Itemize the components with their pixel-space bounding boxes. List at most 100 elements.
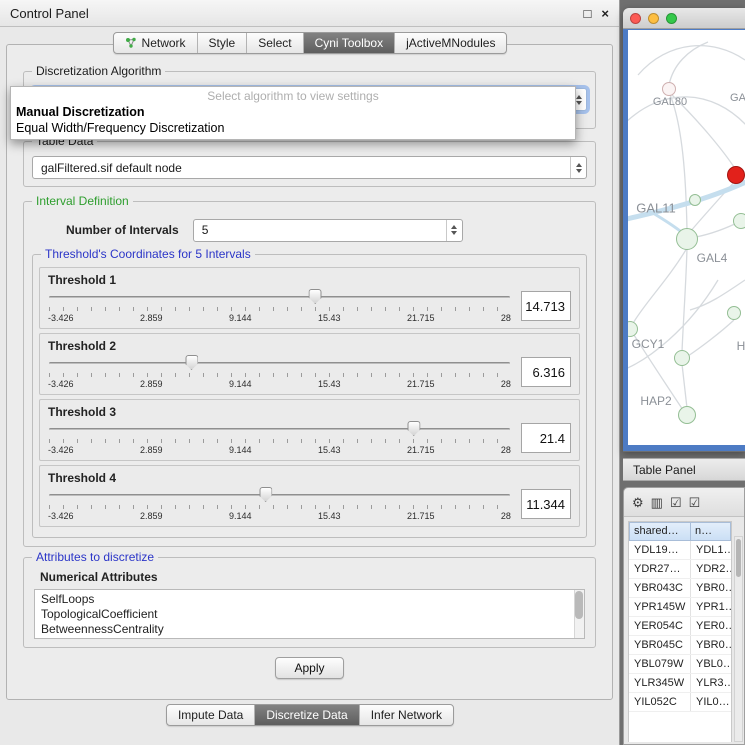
network-canvas: GAL80GAGAL11GAL4GCY1HAP2H	[628, 30, 745, 445]
network-view[interactable]: GAL80GAGAL11GAL4GCY1HAP2H	[623, 29, 745, 451]
scale-label: 15.43	[318, 445, 341, 455]
threshold-slider[interactable]	[48, 487, 511, 503]
table-row[interactable]: YPR145WYPR1…	[629, 598, 731, 617]
dropdown-option-manual[interactable]: Manual Discretization	[11, 104, 575, 120]
close-icon[interactable]: ×	[601, 6, 609, 21]
network-node-label: GAL80	[653, 96, 687, 108]
network-node[interactable]	[662, 82, 676, 96]
tab-impute-data[interactable]: Impute Data	[167, 705, 254, 725]
table-data-group: Table Data galFiltered.sif default node	[23, 141, 596, 187]
slider-thumb[interactable]	[185, 355, 198, 370]
tab-infer-network[interactable]: Infer Network	[359, 705, 453, 725]
list-scrollbar[interactable]	[574, 590, 584, 638]
network-node[interactable]	[727, 306, 741, 320]
column-chooser-icon[interactable]: ▥	[651, 496, 663, 509]
table-cell: YPR1…	[691, 601, 731, 613]
table-row[interactable]: YER054CYER0…	[629, 617, 731, 636]
dropdown-option-equal-width[interactable]: Equal Width/Frequency Discretization	[11, 120, 575, 136]
minimize-traffic-light-icon[interactable]	[648, 13, 659, 24]
slider-thumb[interactable]	[259, 487, 272, 502]
table-cell: YDR2…	[691, 563, 731, 575]
scrollbar-thumb[interactable]	[575, 591, 583, 619]
tab-style[interactable]: Style	[197, 33, 247, 53]
group-title: Threshold's Coordinates for 5 Intervals	[41, 247, 255, 261]
number-of-intervals-row: Number of Intervals 5	[66, 218, 589, 242]
threshold-value-field[interactable]: 11.344	[521, 489, 571, 519]
scale-label: 9.144	[229, 511, 252, 521]
threshold-slider[interactable]	[48, 355, 511, 371]
table-cell: YDL19…	[629, 541, 691, 559]
combo-stepper-icon	[570, 157, 586, 178]
tab-label: Network	[142, 36, 186, 50]
tab-label: Discretize Data	[266, 708, 347, 722]
slider-ticks	[49, 439, 510, 443]
table-scrollbar[interactable]	[734, 536, 743, 742]
number-of-intervals-select[interactable]: 5	[193, 219, 463, 242]
threshold-value-field[interactable]: 6.316	[521, 357, 571, 387]
table-cell: YBR045C	[629, 636, 691, 654]
tab-select[interactable]: Select	[246, 33, 302, 53]
scale-label: 21.715	[407, 511, 435, 521]
slider-thumb[interactable]	[407, 421, 420, 436]
network-node[interactable]	[674, 350, 690, 366]
tab-network[interactable]: Network	[114, 33, 197, 53]
scale-label: 15.43	[318, 511, 341, 521]
column-header-shared[interactable]: shared…	[629, 522, 691, 541]
slider-rail	[49, 428, 510, 431]
slider-thumb[interactable]	[309, 289, 322, 304]
scale-label: -3.426	[48, 379, 74, 389]
network-node[interactable]	[678, 406, 696, 424]
attribute-list-item[interactable]: TopologicalCoefficient	[41, 607, 572, 622]
numerical-attributes-heading: Numerical Attributes	[40, 570, 585, 584]
scale-label: 15.43	[318, 379, 341, 389]
settings-gear-icon[interactable]: ⚙	[632, 496, 644, 509]
table-panel-header[interactable]: Table Panel	[623, 458, 745, 481]
table-row[interactable]: YLR345WYLR3…	[629, 674, 731, 693]
tab-jactivemnodules[interactable]: jActiveMNodules	[394, 33, 506, 53]
table-row[interactable]: YDL19…YDL1…	[629, 541, 731, 560]
table-cell: YBL0…	[691, 658, 731, 670]
float-window-icon[interactable]: □	[584, 6, 592, 21]
table-row[interactable]: YBR043CYBR0…	[629, 579, 731, 598]
network-node[interactable]	[727, 166, 745, 184]
threshold-value-field[interactable]: 14.713	[521, 291, 571, 321]
select-all-check-icon[interactable]: ☑	[689, 496, 701, 509]
network-node-label: GA	[730, 92, 745, 104]
slider-ticks	[49, 307, 510, 311]
combo-value: galFiltered.sif default node	[33, 161, 570, 175]
scrollbar-thumb[interactable]	[736, 539, 741, 577]
column-header-name[interactable]: n…	[691, 522, 731, 541]
threshold-value-field[interactable]: 21.4	[521, 423, 571, 453]
threshold-block: Threshold 3 -3.4262.8599.14415.4321.7152…	[39, 399, 580, 461]
table-data-select[interactable]: galFiltered.sif default node	[32, 156, 587, 179]
group-title: Interval Definition	[32, 194, 133, 208]
threshold-slider[interactable]	[48, 289, 511, 305]
network-node[interactable]	[689, 194, 701, 206]
network-node[interactable]	[676, 228, 698, 250]
network-node[interactable]	[733, 213, 745, 229]
scale-label: 9.144	[229, 379, 252, 389]
threshold-slider[interactable]	[48, 421, 511, 437]
table-row[interactable]: YBL079WYBL0…	[629, 655, 731, 674]
select-check-icon[interactable]: ☑	[670, 496, 682, 509]
scale-label: 2.859	[140, 511, 163, 521]
close-traffic-light-icon[interactable]	[630, 13, 641, 24]
table-row[interactable]: YBR045CYBR0…	[629, 636, 731, 655]
tab-cyni-toolbox[interactable]: Cyni Toolbox	[303, 33, 394, 53]
interval-definition-group: Interval Definition Number of Intervals …	[23, 201, 596, 547]
table-panel-title: Table Panel	[633, 463, 696, 477]
table-cell: YBR0…	[691, 639, 731, 651]
zoom-traffic-light-icon[interactable]	[666, 13, 677, 24]
attribute-list-item[interactable]: SelfLoops	[41, 592, 572, 607]
cyni-bottom-tabs: Impute Data Discretize Data Infer Networ…	[166, 704, 454, 726]
tab-discretize-data[interactable]: Discretize Data	[254, 705, 358, 725]
scale-label: 2.859	[140, 445, 163, 455]
numerical-attributes-list[interactable]: SelfLoopsTopologicalCoefficientBetweenne…	[34, 589, 585, 639]
apply-button[interactable]: Apply	[275, 657, 343, 679]
attribute-list-item[interactable]: BetweennessCentrality	[41, 622, 572, 637]
scale-label: 28	[501, 511, 511, 521]
table-row[interactable]: YDR27…YDR2…	[629, 560, 731, 579]
network-node[interactable]	[623, 321, 638, 337]
threshold-block: Threshold 4 -3.4262.8599.14415.4321.7152…	[39, 465, 580, 527]
table-row[interactable]: YIL052CYIL0…	[629, 693, 731, 712]
